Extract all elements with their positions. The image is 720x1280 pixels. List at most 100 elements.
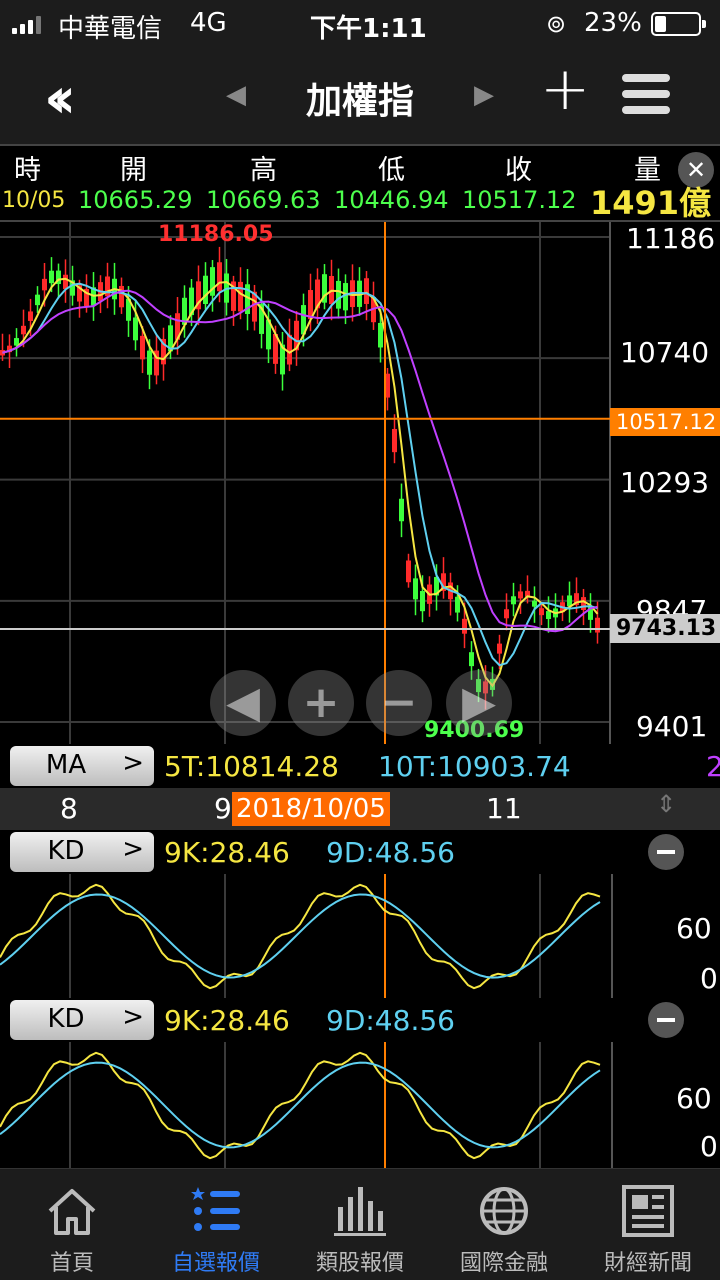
tab-finance-news[interactable]: 財經新聞: [576, 1169, 720, 1280]
kd-y-tick: 60: [676, 1082, 712, 1115]
candle-body: [392, 428, 397, 453]
candle-body: [420, 591, 425, 612]
candle-body: [532, 600, 537, 607]
kd-indicator-row: KD > 9K:28.46 9D:48.56: [0, 998, 720, 1042]
month-label: 9: [214, 792, 232, 825]
k-line: [0, 1051, 601, 1160]
quote-close: 10517.12: [462, 186, 577, 214]
quote-high: 10669.63: [206, 186, 321, 214]
candle-body: [462, 618, 467, 634]
ma10-line: [2, 282, 598, 667]
month-label: 8: [60, 792, 78, 825]
resize-handle-icon[interactable]: ⇕: [656, 790, 676, 818]
kd-y-tick: 0: [700, 962, 718, 995]
y-tick-label: 10293: [620, 466, 710, 499]
kd-chart[interactable]: [0, 874, 720, 998]
k-line: [0, 883, 601, 990]
candle-body: [336, 280, 341, 309]
ma-select-button[interactable]: MA >: [10, 746, 154, 786]
candle-body: [119, 285, 124, 308]
k-value: 9K:28.46: [164, 1004, 290, 1037]
candle-body: [504, 609, 509, 619]
candle-body: [546, 611, 551, 620]
candle-body: [581, 597, 586, 611]
candle-body: [518, 591, 523, 599]
kd-select-button[interactable]: KD >: [10, 1000, 154, 1040]
candle-body: [35, 294, 40, 306]
candle-body: [133, 317, 138, 341]
tab-sector-quotes[interactable]: 類股報價: [288, 1169, 432, 1280]
chevron-right-icon: >: [122, 834, 144, 864]
header-time: 時: [14, 155, 41, 186]
kd-indicator-row: KD > 9K:28.46 9D:48.56: [0, 830, 720, 874]
remove-indicator-button[interactable]: [648, 834, 684, 870]
candlestick-chart[interactable]: [0, 222, 720, 744]
battery-percent: 23%: [584, 8, 642, 38]
remove-indicator-button[interactable]: [648, 1002, 684, 1038]
candle-body: [217, 262, 222, 292]
nav-bar: ‹‹ ◀ 加權指 ▶ +: [0, 48, 720, 144]
month-label: 11: [486, 792, 522, 825]
candle-body: [539, 608, 544, 616]
status-bar: 中華電信 4G 下午1:11 ⊚ 23%: [0, 0, 720, 48]
globe-icon: [480, 1187, 528, 1235]
candle-body: [140, 335, 145, 360]
rotation-lock-icon: ⊚: [546, 10, 567, 38]
header-open: 開: [120, 155, 147, 186]
ma-indicator-row: MA > 5T:10814.28 10T:10903.74 2: [0, 744, 720, 788]
candle-body: [63, 274, 68, 290]
scroll-right-button[interactable]: ▶: [446, 670, 512, 736]
candle-body: [42, 278, 47, 291]
candle-body: [287, 334, 292, 365]
candle-body: [413, 578, 418, 600]
next-symbol-arrow-icon[interactable]: ▶: [474, 80, 494, 110]
candle-body: [378, 322, 383, 348]
header-close: 收: [505, 155, 532, 186]
signal-icon: [12, 16, 41, 34]
candle-body: [21, 325, 26, 335]
ma20-value: 2: [706, 750, 720, 783]
tab-home[interactable]: 首頁: [0, 1169, 144, 1280]
kd-select-button[interactable]: KD >: [10, 832, 154, 872]
y-tick-label: 11186: [626, 222, 716, 255]
quote-open: 10665.29: [78, 186, 193, 214]
d-value: 9D:48.56: [326, 1004, 455, 1037]
d-line: [0, 1061, 601, 1149]
y-tick-label: 10740: [620, 336, 710, 369]
ma5-value: 5T:10814.28: [164, 750, 339, 783]
d-value: 9D:48.56: [326, 836, 455, 869]
menu-icon[interactable]: [622, 74, 670, 118]
quote-low: 10446.94: [334, 186, 449, 214]
chevron-right-icon: >: [122, 748, 144, 778]
bottom-tab-bar: 首頁 自選報價 類股報價 國際金融 財經新聞: [0, 1168, 720, 1280]
ma10-value: 10T:10903.74: [378, 750, 571, 783]
candle-body: [28, 311, 33, 321]
kd-y-tick: 0: [700, 1130, 718, 1163]
header-low: 低: [378, 155, 405, 186]
add-icon[interactable]: +: [540, 54, 590, 124]
battery-icon: [651, 12, 706, 36]
quote-header: 時 開 高 低 收 量 ✕ 10/05 10665.29 10669.63 10…: [0, 144, 720, 222]
candle-body: [14, 338, 19, 346]
high-price-label: 11186.05: [158, 222, 274, 247]
scroll-left-button[interactable]: ◀: [210, 670, 276, 736]
candle-body: [364, 278, 369, 304]
quote-date: 10/05: [2, 188, 66, 213]
time-axis[interactable]: 8 9 2018/10/05 11 ⇕: [0, 788, 720, 830]
kd-chart[interactable]: [0, 1042, 720, 1168]
candle-body: [406, 560, 411, 583]
last-price-tag: 9743.13: [610, 614, 720, 643]
candle-body: [238, 281, 243, 312]
candle-body: [49, 270, 54, 284]
candle-body: [511, 596, 516, 605]
zoom-in-button[interactable]: +: [288, 670, 354, 736]
candle-body: [455, 596, 460, 613]
kd-y-tick: 60: [676, 912, 712, 945]
tab-watchlist[interactable]: 自選報價: [144, 1169, 288, 1280]
list-icon: [191, 1187, 240, 1231]
tab-global-finance[interactable]: 國際金融: [432, 1169, 576, 1280]
network-type: 4G: [190, 8, 227, 38]
d-line: [0, 893, 601, 979]
zoom-out-button[interactable]: −: [366, 670, 432, 736]
home-icon: [48, 1189, 96, 1235]
